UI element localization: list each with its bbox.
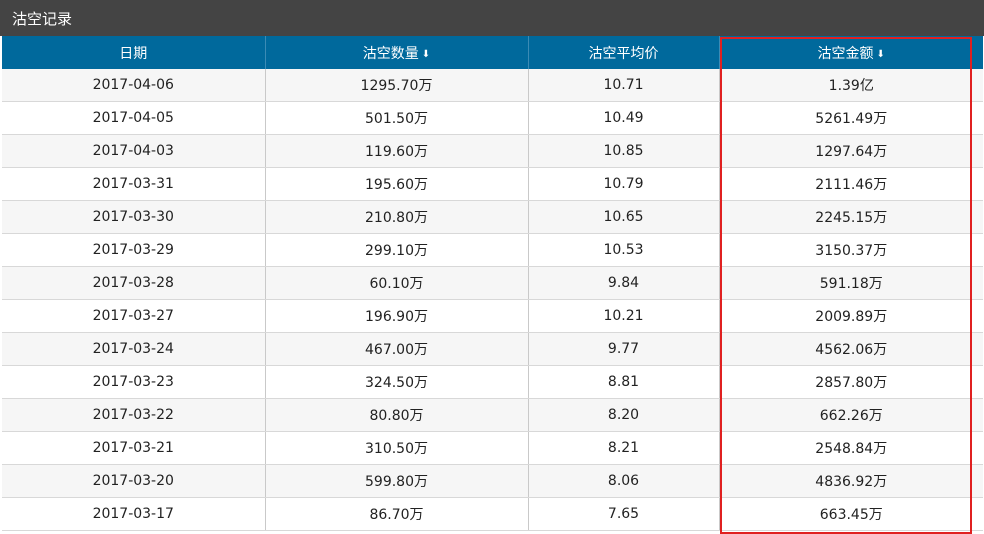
table-row: 2017-03-20 599.80万 8.06 4836.92万 [2,464,983,498]
cell-short-volume: 80.80万 [265,398,529,432]
cell-short-volume: 1295.70万 [265,69,529,102]
cell-avg-price: 10.49 [528,101,720,135]
column-header-avg-price[interactable]: 沽空平均价 [528,36,720,69]
cell-short-amount: 5261.49万 [719,101,983,135]
cell-date: 2017-04-03 [2,134,266,168]
cell-avg-price: 10.79 [528,167,720,201]
cell-short-volume: 467.00万 [265,332,529,366]
table-row: 2017-03-29 299.10万 10.53 3150.37万 [2,233,983,267]
cell-avg-price: 8.06 [528,464,720,498]
cell-avg-price: 8.21 [528,431,720,465]
cell-date: 2017-03-31 [2,167,266,201]
cell-date: 2017-03-24 [2,332,266,366]
cell-date: 2017-04-06 [2,69,266,102]
cell-date: 2017-03-29 [2,233,266,267]
table-row: 2017-03-28 60.10万 9.84 591.18万 [2,266,983,300]
cell-short-volume: 210.80万 [265,200,529,234]
cell-short-amount: 4562.06万 [719,332,983,366]
column-header-label: 日期 [119,45,148,62]
cell-short-amount: 663.45万 [719,497,983,531]
cell-short-amount: 2245.15万 [719,200,983,234]
cell-short-volume: 310.50万 [265,431,529,465]
cell-short-volume: 299.10万 [265,233,529,267]
column-header-date[interactable]: 日期 [2,36,266,69]
cell-avg-price: 9.84 [528,266,720,300]
sort-down-icon[interactable]: ⬇ [422,49,430,60]
table-row: 2017-03-27 196.90万 10.21 2009.89万 [2,299,983,333]
cell-date: 2017-03-28 [2,266,266,300]
table-row: 2017-04-05 501.50万 10.49 5261.49万 [2,101,983,135]
cell-short-volume: 60.10万 [265,266,529,300]
cell-short-amount: 2857.80万 [719,365,983,399]
table-body: 2017-04-06 1295.70万 10.71 1.39亿 2017-04-05 5… [2,69,983,531]
cell-avg-price: 10.85 [528,134,720,168]
cell-date: 2017-03-21 [2,431,266,465]
cell-avg-price: 8.81 [528,365,720,399]
cell-avg-price: 7.65 [528,497,720,531]
cell-date: 2017-03-20 [2,464,266,498]
column-header-label: 沽空平均价 [588,45,659,62]
cell-avg-price: 8.20 [528,398,720,432]
cell-short-amount: 1297.64万 [719,134,983,168]
cell-avg-price: 10.65 [528,200,720,234]
cell-short-volume: 119.60万 [265,134,529,168]
cell-short-amount: 1.39亿 [719,69,983,102]
column-header-label: 沽空金额 [817,45,874,62]
table-row: 2017-03-23 324.50万 8.81 2857.80万 [2,365,983,399]
cell-date: 2017-03-27 [2,299,266,333]
cell-avg-price: 10.53 [528,233,720,267]
cell-avg-price: 10.71 [528,69,720,102]
cell-date: 2017-04-05 [2,101,266,135]
column-header-short-volume[interactable]: 沽空数量 ⬇ [265,36,529,69]
cell-short-amount: 2548.84万 [719,431,983,465]
cell-avg-price: 10.21 [528,299,720,333]
cell-short-volume: 501.50万 [265,101,529,135]
table-row: 2017-03-31 195.60万 10.79 2111.46万 [2,167,983,201]
cell-short-amount: 591.18万 [719,266,983,300]
table-header-row: 日期 沽空数量 ⬇ 沽空平均价 沽空金额 ⬇ [2,36,983,69]
column-header-short-amount[interactable]: 沽空金额 ⬇ [719,36,983,69]
table-row: 2017-03-17 86.70万 7.65 663.45万 [2,497,983,531]
cell-date: 2017-03-22 [2,398,266,432]
table-row: 2017-04-06 1295.70万 10.71 1.39亿 [2,69,983,102]
cell-short-volume: 86.70万 [265,497,529,531]
table-row: 2017-03-22 80.80万 8.20 662.26万 [2,398,983,432]
panel-title: 沽空记录 [12,10,73,28]
cell-short-volume: 195.60万 [265,167,529,201]
panel-title-bar: 沽空记录 [0,0,984,36]
cell-short-amount: 2111.46万 [719,167,983,201]
table-row: 2017-03-30 210.80万 10.65 2245.15万 [2,200,983,234]
cell-date: 2017-03-30 [2,200,266,234]
cell-short-amount: 2009.89万 [719,299,983,333]
cell-short-amount: 4836.92万 [719,464,983,498]
table-row: 2017-03-21 310.50万 8.21 2548.84万 [2,431,983,465]
cell-avg-price: 9.77 [528,332,720,366]
cell-date: 2017-03-23 [2,365,266,399]
table-row: 2017-03-24 467.00万 9.77 4562.06万 [2,332,983,366]
table-row: 2017-04-03 119.60万 10.85 1297.64万 [2,134,983,168]
cell-short-volume: 196.90万 [265,299,529,333]
cell-date: 2017-03-17 [2,497,266,531]
cell-short-volume: 599.80万 [265,464,529,498]
sort-down-icon[interactable]: ⬇ [877,49,885,60]
cell-short-volume: 324.50万 [265,365,529,399]
cell-short-amount: 662.26万 [719,398,983,432]
short-selling-table: 日期 沽空数量 ⬇ 沽空平均价 沽空金额 ⬇ 2017-04-06 1295.70万 1… [2,36,983,531]
cell-short-amount: 3150.37万 [719,233,983,267]
column-header-label: 沽空数量 [362,45,419,62]
